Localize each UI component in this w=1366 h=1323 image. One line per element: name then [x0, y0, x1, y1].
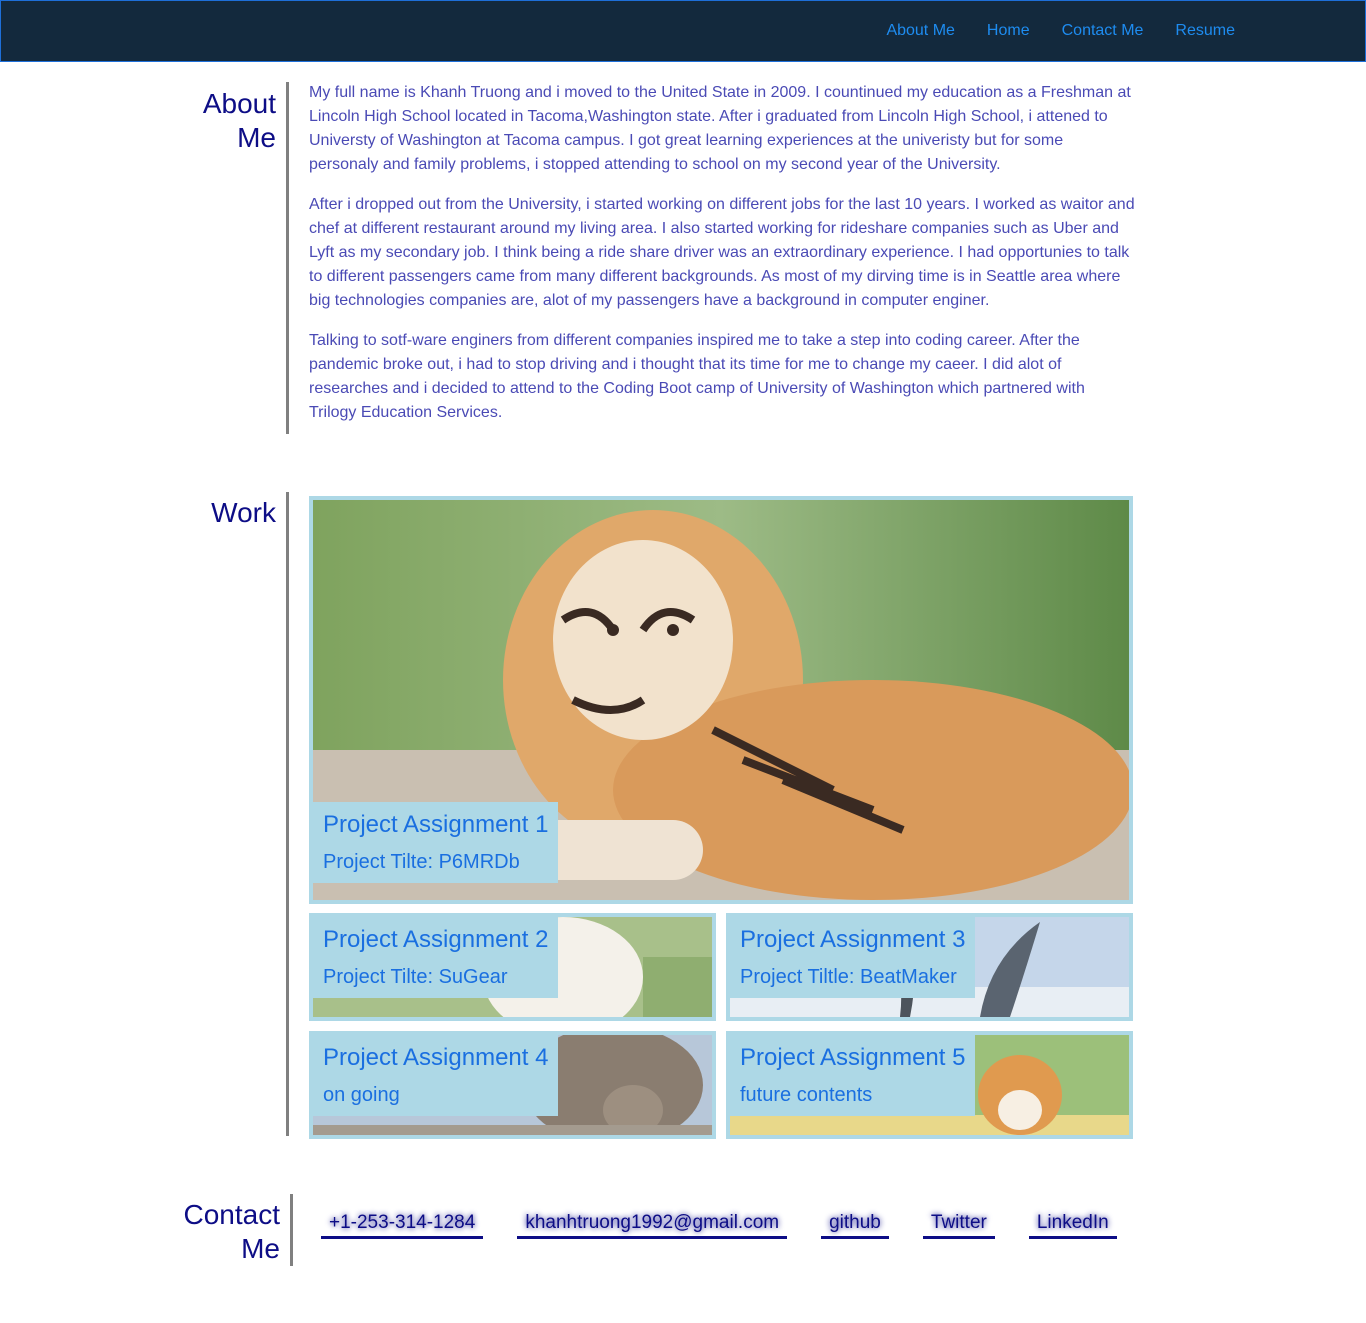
- email-link[interactable]: khanhtruong1992@gmail.com: [517, 1212, 788, 1239]
- project-title: Project Assignment 1: [323, 811, 549, 838]
- phone-link[interactable]: +1-253-314-1284: [321, 1212, 484, 1239]
- project-card-4[interactable]: Project Assignment 4 on going: [309, 1031, 716, 1139]
- project-caption: Project Assignment 3 Project Tiltle: Bea…: [730, 917, 976, 998]
- project-caption: Project Assignment 4 on going: [313, 1035, 559, 1116]
- project-subtitle: on going: [323, 1084, 400, 1106]
- project-caption: Project Assignment 5 future contents: [730, 1035, 976, 1116]
- project-card-1[interactable]: Project Assignment 1 Project Tilte: P6MR…: [309, 496, 1133, 904]
- twitter-link[interactable]: Twitter: [922, 1212, 995, 1239]
- project-title: Project Assignment 4: [323, 1044, 549, 1071]
- main-nav: About Me Home Contact Me Resume: [854, 21, 1235, 41]
- project-subtitle: Project Tilte: SuGear: [323, 966, 508, 988]
- contact-divider: [290, 1194, 293, 1266]
- work-section-title: Work: [211, 497, 276, 528]
- project-title: Project Assignment 3: [740, 926, 966, 953]
- github-link[interactable]: github: [821, 1212, 889, 1239]
- about-divider: [286, 82, 289, 434]
- about-paragraph: Talking to sotf-ware enginers from diffe…: [309, 332, 1085, 421]
- about-text: My full name is Khanh Truong and i moved…: [309, 81, 1135, 441]
- top-navbar: About Me Home Contact Me Resume: [0, 0, 1366, 62]
- project-title: Project Assignment 5: [740, 1044, 966, 1071]
- project-caption: Project Assignment 1 Project Tilte: P6MR…: [313, 802, 559, 883]
- project-caption: Project Assignment 2 Project Tilte: SuGe…: [313, 917, 559, 998]
- project-card-2[interactable]: Project Assignment 2 Project Tilte: SuGe…: [309, 913, 716, 1021]
- contact-section-title: Contact Me: [183, 1199, 281, 1264]
- project-subtitle: Project Tilte: P6MRDb: [323, 851, 520, 873]
- about-section-title: About Me: [202, 88, 276, 153]
- project-title: Project Assignment 2: [323, 926, 549, 953]
- contact-links: +1-253-314-1284 khanhtruong1992@gmail.co…: [321, 1212, 1117, 1239]
- about-paragraph: My full name is Khanh Truong and i moved…: [309, 84, 1131, 173]
- nav-link-about-me[interactable]: About Me: [886, 21, 954, 41]
- nav-link-resume[interactable]: Resume: [1175, 21, 1235, 41]
- about-paragraph: After i dropped out from the University,…: [309, 196, 1135, 309]
- nav-link-home[interactable]: Home: [987, 21, 1030, 41]
- project-card-3[interactable]: Project Assignment 3 Project Tiltle: Bea…: [726, 913, 1133, 1021]
- nav-link-contact-me[interactable]: Contact Me: [1062, 21, 1144, 41]
- project-subtitle: future contents: [740, 1084, 873, 1106]
- linkedin-link[interactable]: LinkedIn: [1028, 1212, 1117, 1239]
- project-subtitle: Project Tiltle: BeatMaker: [740, 966, 957, 988]
- project-card-5[interactable]: Project Assignment 5 future contents: [726, 1031, 1133, 1139]
- work-divider: [286, 492, 289, 1136]
